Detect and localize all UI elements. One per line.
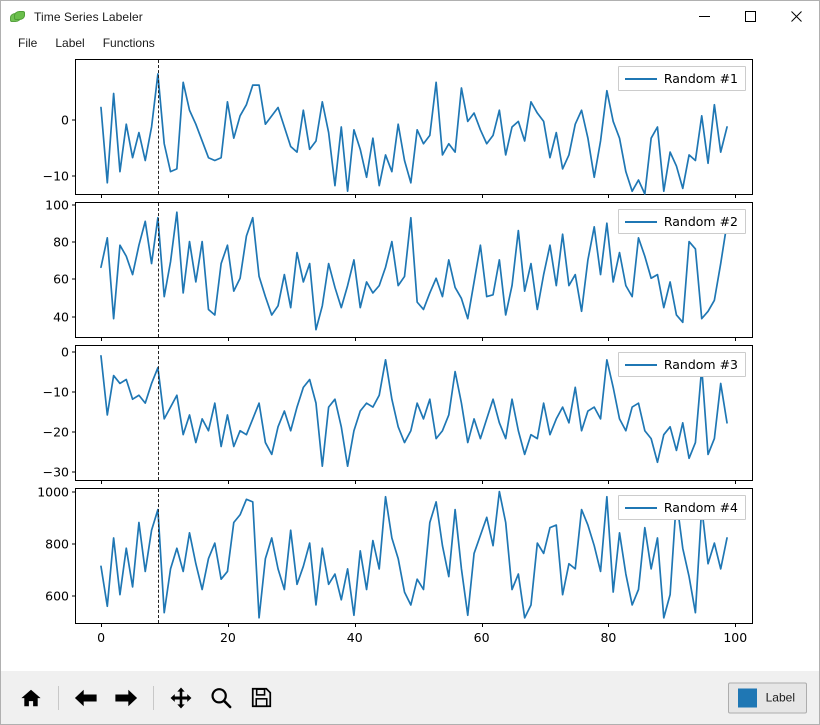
- pan-button[interactable]: [164, 681, 198, 715]
- plot-panel-1[interactable]: 0 −10 Random #1: [43, 59, 753, 198]
- x-tick-mark: [608, 194, 610, 198]
- maximize-button[interactable]: [727, 1, 773, 32]
- x-tick-label: 60: [473, 630, 490, 645]
- menu-item-label[interactable]: Label: [46, 34, 93, 52]
- matplotlib-figure[interactable]: 0 −10 Random #1 100 80 60 40 Random #2 0 −10 −20 −3…: [1, 54, 820, 674]
- x-tick-mark: [481, 480, 483, 484]
- x-tick-label: 80: [600, 630, 617, 645]
- x-tick-mark: [481, 337, 483, 341]
- y-tick-label: 0: [61, 344, 69, 360]
- figure-area[interactable]: 0 −10 Random #1 100 80 60 40 Random #2 0 −10 −20 −3…: [1, 54, 819, 670]
- toolbar-separator: [153, 685, 154, 710]
- y-tick-label: 80: [53, 234, 69, 250]
- legend-label: Random #1: [663, 71, 738, 86]
- plot-panel-4[interactable]: 1000 800 600 0 20 40 60 80 100 Random #4: [37, 484, 753, 645]
- y-tick-label: 60: [53, 271, 69, 287]
- legend-label: Random #4: [663, 500, 738, 515]
- home-icon: [21, 689, 41, 706]
- y-tick-label: 1000: [37, 484, 69, 500]
- legend: Random #3: [617, 352, 746, 377]
- save-button[interactable]: [244, 681, 278, 715]
- plot-panel-2[interactable]: 100 80 60 40 Random #2: [45, 197, 753, 341]
- x-tick-mark: [735, 480, 737, 484]
- y-tick-label: 600: [45, 588, 69, 604]
- x-tick-mark: [354, 623, 356, 627]
- x-tick-mark: [354, 194, 356, 198]
- legend: Random #4: [617, 495, 746, 520]
- magnifier-icon: [211, 687, 232, 708]
- x-tick-mark: [608, 337, 610, 341]
- x-tick-mark: [735, 194, 737, 198]
- legend: Random #1: [617, 66, 746, 91]
- title-bar: Time Series Labeler: [1, 1, 819, 32]
- x-tick-mark: [227, 623, 229, 627]
- legend: Random #2: [617, 209, 746, 234]
- x-tick-mark: [354, 337, 356, 341]
- x-tick-mark: [227, 337, 229, 341]
- menu-item-file[interactable]: File: [9, 34, 46, 52]
- arrow-left-icon: [74, 689, 97, 706]
- x-tick-label: 0: [97, 630, 106, 645]
- x-tick-mark: [735, 623, 737, 627]
- y-tick-label: 40: [53, 309, 69, 325]
- plot-panel-3[interactable]: 0 −10 −20 −30 Random #3: [43, 345, 753, 484]
- x-tick-label: 40: [346, 630, 363, 645]
- x-tick-mark: [608, 480, 610, 484]
- forward-button[interactable]: [109, 681, 143, 715]
- legend-line-swatch: [624, 220, 657, 223]
- label-marker-line[interactable]: [158, 203, 160, 337]
- label-marker-line[interactable]: [158, 489, 160, 623]
- time-series-labeler-window: Time Series Labeler File Label Functions…: [0, 0, 820, 725]
- x-tick-mark: [227, 194, 229, 198]
- x-tick-label: 20: [219, 630, 236, 645]
- y-tick-label: −20: [42, 424, 69, 440]
- legend-line-swatch: [624, 506, 657, 509]
- move-icon: [170, 686, 192, 709]
- legend-label: Random #3: [663, 357, 738, 372]
- y-tick-label: −10: [42, 168, 69, 184]
- legend-line-swatch: [624, 363, 657, 366]
- label-marker-line[interactable]: [158, 60, 160, 194]
- legend-line-swatch: [624, 77, 657, 80]
- label-color-swatch: [737, 688, 757, 707]
- arrow-right-icon: [115, 689, 138, 706]
- x-tick-mark: [354, 480, 356, 484]
- x-tick-mark: [735, 337, 737, 341]
- window-controls: [681, 1, 819, 32]
- home-button[interactable]: [14, 681, 48, 715]
- x-tick-label: 100: [723, 630, 748, 645]
- x-tick-mark: [608, 623, 610, 627]
- y-tick-label: 100: [45, 197, 69, 213]
- x-tick-mark: [101, 623, 103, 627]
- x-tick-mark: [227, 480, 229, 484]
- x-tick-mark: [101, 337, 103, 341]
- x-tick-mark: [101, 194, 103, 198]
- y-tick-label: 800: [45, 536, 69, 552]
- navigation-toolbar: Label: [1, 670, 819, 724]
- y-tick-label: −30: [42, 464, 69, 480]
- x-tick-mark: [481, 194, 483, 198]
- label-marker-line[interactable]: [158, 346, 160, 480]
- minimize-button[interactable]: [681, 1, 727, 32]
- back-button[interactable]: [69, 681, 103, 715]
- leaf-icon: [10, 9, 26, 25]
- label-button-text: Label: [765, 690, 795, 705]
- close-button[interactable]: [773, 1, 819, 32]
- x-tick-mark: [101, 480, 103, 484]
- window-title: Time Series Labeler: [34, 9, 143, 24]
- y-tick-label: −10: [42, 384, 69, 400]
- toolbar-separator: [58, 685, 59, 710]
- y-tick-label: 0: [61, 112, 69, 127]
- label-button[interactable]: Label: [727, 682, 807, 713]
- legend-label: Random #2: [663, 214, 738, 229]
- x-tick-mark: [481, 623, 483, 627]
- zoom-button[interactable]: [204, 681, 238, 715]
- floppy-disk-icon: [251, 687, 271, 708]
- menu-bar: File Label Functions: [1, 32, 819, 54]
- menu-item-functions[interactable]: Functions: [94, 34, 164, 52]
